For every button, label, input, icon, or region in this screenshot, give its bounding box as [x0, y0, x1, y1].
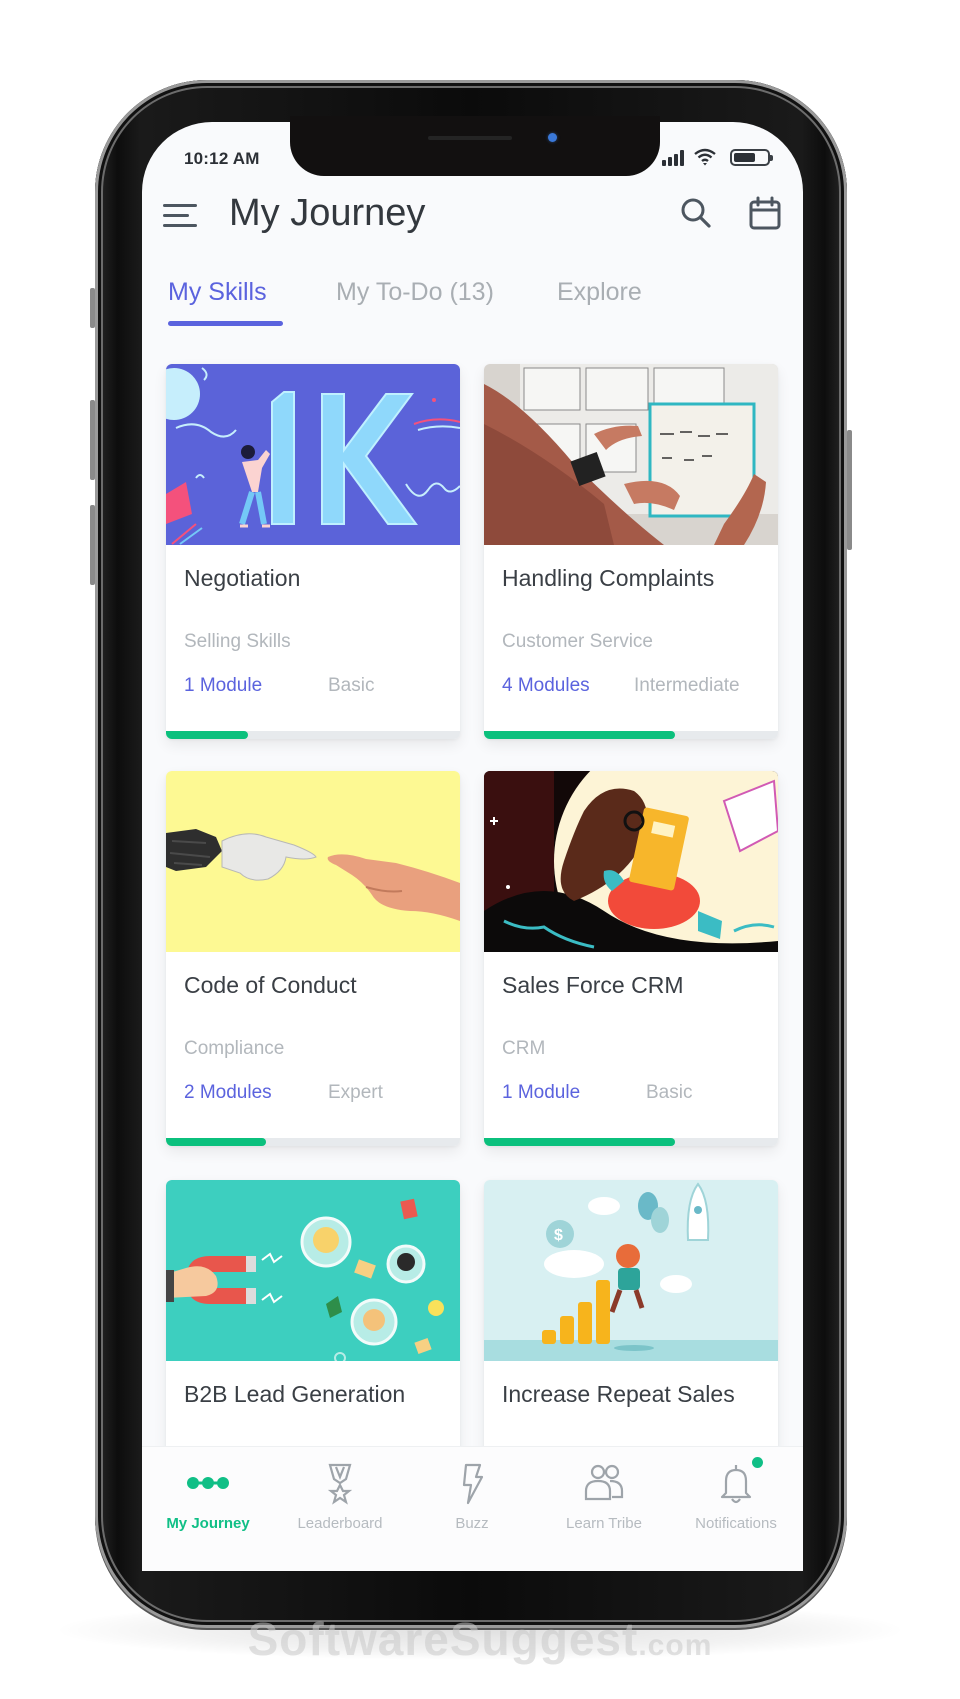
journey-dots-icon	[187, 1477, 229, 1489]
battery-level	[734, 153, 756, 162]
status-time: 10:12 AM	[184, 149, 260, 168]
volume-up-button	[90, 400, 95, 480]
card-title: Sales Force CRM	[502, 972, 684, 998]
bottom-navigation: My Journey Leaderboard Buzz Learn Tribe …	[142, 1446, 803, 1571]
calendar-icon[interactable]	[748, 196, 782, 230]
bell-icon	[720, 1465, 752, 1504]
card-title: Negotiation	[184, 565, 301, 591]
card-image-magnet	[166, 1180, 460, 1361]
nav-label: Notifications	[695, 1515, 777, 1532]
watermark-main: SoftwareSuggest	[247, 1613, 639, 1665]
card-module-count[interactable]: 1 Module	[502, 1082, 580, 1104]
status-icons	[662, 148, 782, 170]
lightning-icon	[462, 1463, 484, 1505]
active-tab-indicator	[168, 321, 283, 326]
card-category: Compliance	[184, 1038, 285, 1059]
nav-buzz[interactable]: Buzz	[406, 1447, 538, 1547]
card-image-hands	[166, 771, 460, 952]
skill-card-negotiation[interactable]: Negotiation Selling Skills 1 Module Basi…	[166, 364, 460, 739]
card-module-count[interactable]: 2 Modules	[184, 1082, 272, 1104]
tab-my-to-do[interactable]: My To-Do (13)	[336, 278, 494, 307]
progress-fill	[166, 1138, 266, 1146]
card-category: CRM	[502, 1038, 546, 1059]
card-level: Basic	[646, 1082, 693, 1103]
nav-my-journey[interactable]: My Journey	[142, 1447, 274, 1547]
nav-label: Leaderboard	[297, 1515, 383, 1532]
notch	[290, 116, 660, 176]
progress-fill	[166, 731, 249, 739]
card-level: Basic	[328, 675, 375, 696]
card-level: Intermediate	[634, 675, 740, 696]
card-title: Handling Complaints	[502, 565, 715, 591]
skill-card-sales-force-crm[interactable]: Sales Force CRM CRM 1 Module Basic	[484, 771, 778, 1146]
nav-label: Buzz	[455, 1515, 489, 1532]
notification-badge	[752, 1457, 763, 1468]
progress-bar	[166, 731, 460, 739]
card-title: Code of Conduct	[184, 972, 357, 998]
watermark: SoftwareSuggest.com	[0, 1612, 960, 1666]
card-category: Customer Service	[502, 631, 653, 652]
card-image-1k	[166, 364, 460, 545]
tab-my-skills[interactable]: My Skills	[168, 278, 267, 307]
card-module-count[interactable]: 4 Modules	[502, 675, 590, 697]
skill-card-code-of-conduct[interactable]: Code of Conduct Compliance 2 Modules Exp…	[166, 771, 460, 1146]
tab-explore[interactable]: Explore	[557, 278, 642, 307]
volume-down-button	[90, 505, 95, 585]
front-camera	[548, 133, 557, 142]
progress-fill	[484, 1138, 676, 1146]
svg-text:$: $	[554, 1227, 563, 1244]
cellular-signal-icon	[662, 150, 686, 166]
wifi-icon	[694, 148, 716, 166]
card-category: Selling Skills	[184, 631, 291, 652]
silent-switch	[90, 288, 95, 328]
skill-card-handling-complaints[interactable]: Handling Complaints Customer Service 4 M…	[484, 364, 778, 739]
nav-leaderboard[interactable]: Leaderboard	[274, 1447, 406, 1547]
medal-icon	[327, 1463, 353, 1505]
nav-label: Learn Tribe	[566, 1515, 642, 1532]
nav-notifications[interactable]: Notifications	[670, 1447, 802, 1547]
card-image-reading-girl	[484, 771, 778, 952]
progress-bar	[166, 1138, 460, 1146]
progress-bar	[484, 1138, 778, 1146]
people-icon	[584, 1464, 624, 1501]
search-icon[interactable]	[679, 196, 713, 230]
progress-fill	[484, 731, 676, 739]
page-title: My Journey	[229, 192, 426, 234]
power-button	[847, 430, 852, 550]
card-title: Increase Repeat Sales	[502, 1381, 735, 1407]
progress-bar	[484, 731, 778, 739]
nav-label: My Journey	[166, 1515, 250, 1532]
card-level: Expert	[328, 1082, 383, 1103]
speaker-grille	[428, 136, 512, 140]
watermark-suffix: .com	[638, 1629, 713, 1662]
card-module-count[interactable]: 1 Module	[184, 675, 262, 697]
card-image-storyboard	[484, 364, 778, 545]
card-image-coins-growth: $	[484, 1180, 778, 1361]
battery-icon	[730, 149, 773, 166]
hamburger-menu-icon[interactable]	[163, 202, 197, 230]
nav-learn-tribe[interactable]: Learn Tribe	[538, 1447, 670, 1547]
card-title: B2B Lead Generation	[184, 1381, 406, 1407]
